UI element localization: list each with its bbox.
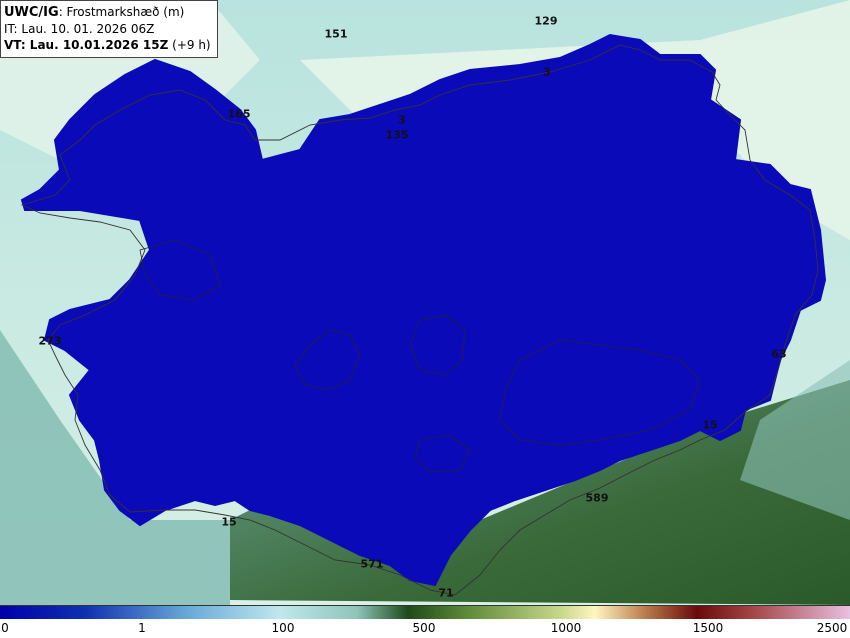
colorbar-tick: 1 [138,621,146,635]
colorbar-tick: 2500 [816,621,848,635]
point-label: 589 [585,491,609,505]
point-label: 151 [324,27,348,41]
point-label: 15 [702,418,718,432]
point-label: 63 [771,347,787,361]
parameter-label: : Frostmarkshæð (m) [58,5,185,19]
valid-time-label: VT: Lau. 10.01.2026 15Z [4,38,169,52]
point-label: 3 [543,65,551,79]
point-label: 135 [385,128,409,142]
colorbar-tick: 100 [271,621,295,635]
colorbar-ticks: 0 1 100 500 1000 1500 2500 [0,619,850,638]
chart-title-box: UWC/IG: Frostmarkshæð (m) IT: Lau. 10. 0… [0,0,218,58]
title-line-3: VT: Lau. 10.01.2026 15Z (+9 h) [4,37,211,53]
point-label: 273 [38,334,62,348]
colorbar [0,605,850,620]
point-label: 3 [398,113,406,127]
frost-level-map [0,0,850,605]
point-label: 129 [534,14,558,28]
initial-time-label: IT: Lau. 10. 01. 2026 06Z [4,22,155,36]
title-line-1: UWC/IG: Frostmarkshæð (m) [4,4,211,21]
point-label: 71 [438,586,454,600]
point-label: 165 [227,107,251,121]
point-label: 15 [221,515,237,529]
colorbar-tick: 500 [412,621,436,635]
brand-label: UWC/IG [4,5,59,20]
point-label: 571 [360,557,384,571]
colorbar-tick: 0 [1,621,9,635]
colorbar-tick: 1500 [692,621,724,635]
colorbar-tick: 1000 [550,621,582,635]
lead-time-label: (+9 h) [172,38,211,52]
